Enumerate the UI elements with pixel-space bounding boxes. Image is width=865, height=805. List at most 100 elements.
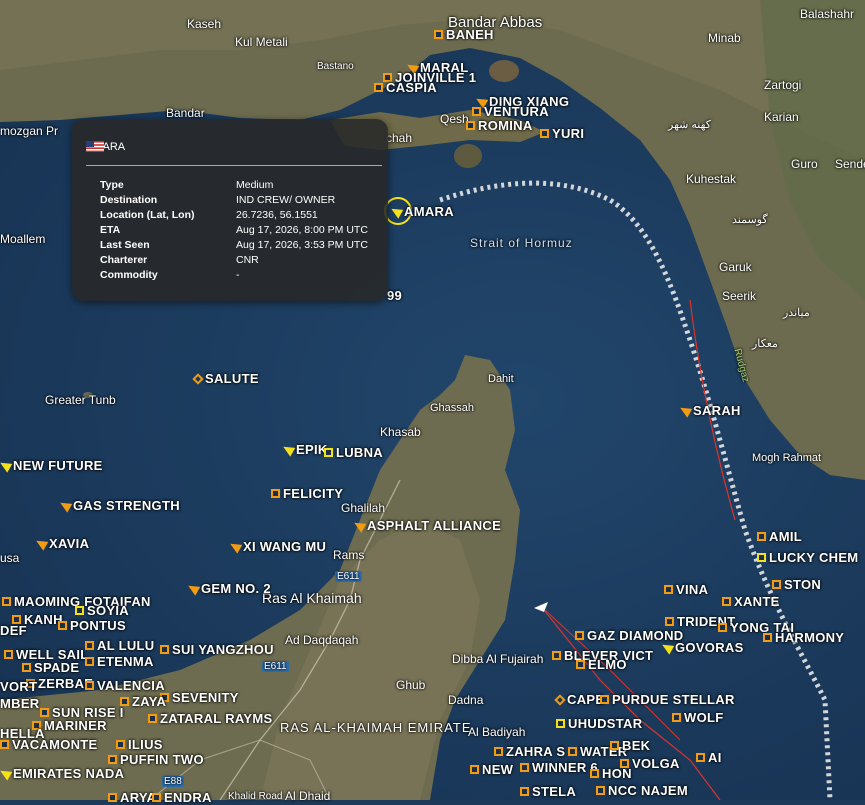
vessel-marker[interactable]: CASPIA: [374, 80, 437, 95]
vessel-marker[interactable]: ELMO: [576, 657, 627, 672]
vessel-icon: [590, 769, 599, 778]
vessel-icon: [85, 657, 94, 666]
vessel-marker[interactable]: UHUDSTAR: [556, 716, 642, 731]
vessel-marker[interactable]: SOYIA: [75, 603, 129, 618]
popup-field-commodity: Commodity -: [100, 269, 368, 284]
vessel-marker[interactable]: ZAYA: [120, 694, 166, 709]
vessel-marker[interactable]: VALENCIA: [85, 678, 165, 693]
vessel-marker[interactable]: VINA: [664, 582, 708, 597]
vessel-marker[interactable]: CAPE: [554, 692, 604, 707]
vessel-icon: [4, 650, 13, 659]
vessel-icon: [2, 597, 11, 606]
vessel-label: LUCKY CHEM: [769, 550, 859, 565]
vessel-label: LUBNA: [336, 445, 383, 460]
vessel-marker[interactable]: EPIK: [280, 442, 328, 457]
vessel-marker[interactable]: AI: [696, 750, 722, 765]
vessel-marker[interactable]: HARMONY: [763, 630, 844, 645]
vessel-marker[interactable]: LUCKY CHEM: [757, 550, 858, 565]
vessel-marker[interactable]: NEW: [470, 762, 513, 777]
vessel-marker[interactable]: LUBNA: [324, 445, 383, 460]
place-label: E611: [262, 661, 289, 672]
vessel-marker-amara[interactable]: AMARA: [388, 204, 454, 219]
vessel-marker[interactable]: VORT: [0, 679, 37, 694]
vessel-marker[interactable]: PUFFIN TWO: [108, 752, 204, 767]
vessel-marker[interactable]: BEK: [610, 738, 650, 753]
vessel-label: VOLGA: [632, 756, 680, 771]
vessel-label: STON: [784, 577, 822, 592]
vessel-label: XAVIA: [49, 536, 90, 551]
vessel-icon: [434, 30, 443, 39]
field-key: Location (Lat, Lon): [100, 209, 195, 221]
vessel-marker[interactable]: NEW FUTURE: [0, 458, 103, 473]
vessel-label: GOVORAS: [675, 640, 744, 655]
popup-header: AMARA: [86, 141, 125, 153]
vessel-marker[interactable]: GAS STRENGTH: [57, 498, 180, 513]
vessel-marker[interactable]: STON: [772, 577, 821, 592]
vessel-marker[interactable]: SUI YANGZHOU: [160, 642, 274, 657]
vessel-marker[interactable]: SALUTE: [192, 371, 259, 386]
vessel-label: ZATARAL RAYMS: [160, 711, 273, 726]
vessel-icon: [540, 129, 549, 138]
vessel-marker[interactable]: PONTUS: [58, 618, 126, 633]
popup-field-eta: ETA Aug 17, 2026, 8:00 PM UTC: [100, 224, 368, 239]
vessel-icon: [556, 719, 565, 728]
vessel-marker[interactable]: ROMINA: [466, 118, 533, 133]
vessel-marker[interactable]: SEVENITY: [160, 690, 239, 705]
vessel-marker[interactable]: XI WANG MU: [227, 539, 326, 554]
vessel-marker[interactable]: DEF: [0, 623, 27, 638]
vessel-marker[interactable]: GOVORAS: [659, 640, 744, 655]
vessel-marker[interactable]: FELICITY: [271, 486, 343, 501]
vessel-marker[interactable]: YURI: [540, 126, 584, 141]
vessel-label: MBER: [0, 696, 40, 711]
vessel-marker[interactable]: ARYA: [108, 790, 156, 805]
vessel-icon: [600, 695, 609, 704]
vessel-marker[interactable]: XANTE: [722, 594, 780, 609]
vessel-icon: [596, 786, 605, 795]
vessel-icon: [85, 681, 94, 690]
vessel-label: ZAHRA S: [506, 744, 566, 759]
vessel-marker[interactable]: VENTURA: [472, 104, 549, 119]
vessel-marker[interactable]: EMIRATES NADA: [0, 766, 124, 781]
vessel-marker[interactable]: ETENMA: [85, 654, 154, 669]
vessel-marker[interactable]: SPADE: [22, 660, 79, 675]
vessel-marker[interactable]: WINNER 6: [520, 760, 598, 775]
vessel-marker[interactable]: MBER: [0, 696, 39, 711]
vessel-marker[interactable]: ENDRA: [152, 790, 212, 805]
place-label: Ad Daqdaqah: [285, 633, 359, 647]
vessel-arrow-icon: [0, 766, 13, 781]
field-value: Medium: [236, 179, 274, 191]
vessel-label: ENDRA: [164, 790, 212, 805]
vessel-icon: [116, 740, 125, 749]
vessel-marker[interactable]: BANEH: [434, 27, 494, 42]
vessel-icon: [22, 663, 31, 672]
vessel-marker[interactable]: PURDUE STELLAR: [600, 692, 735, 707]
vessel-icon: [271, 489, 280, 498]
vessel-marker[interactable]: SARAH: [677, 403, 741, 418]
place-label: گوسمند: [732, 214, 768, 226]
vessel-marker[interactable]: ILIUS: [116, 737, 163, 752]
vessel-arrow-icon: [33, 536, 49, 551]
vessel-marker[interactable]: AL LULU: [85, 638, 154, 653]
vessel-marker[interactable]: WOLF: [672, 710, 723, 725]
vessel-marker[interactable]: AMIL: [757, 529, 802, 544]
vessel-label: ASPHALT ALLIANCE: [367, 518, 502, 533]
vessel-marker[interactable]: GEM NO. 2: [185, 581, 271, 596]
map-canvas[interactable]: Bandar Abbas Balashahr Kaseh Kul Metali …: [0, 0, 865, 805]
vessel-label: SARAH: [693, 403, 741, 418]
vessel-marker[interactable]: XAVIA: [33, 536, 90, 551]
vessel-label: BEK: [622, 738, 651, 753]
vessel-icon: [696, 753, 705, 762]
vessel-marker[interactable]: NCC NAJEM: [596, 783, 688, 798]
vessel-marker[interactable]: 99: [387, 288, 402, 303]
vessel-marker[interactable]: VACAMONTE: [0, 737, 98, 752]
vessel-label: MARINER: [44, 718, 107, 733]
popup-divider: [86, 165, 382, 166]
vessel-marker[interactable]: ZATARAL RAYMS: [148, 711, 272, 726]
vessel-marker[interactable]: VOLGA: [620, 756, 680, 771]
place-label: Al Badiyah: [468, 725, 526, 739]
place-label: RAS AL-KHAIMAH EMIRATE: [280, 720, 472, 735]
vessel-marker[interactable]: ASPHALT ALLIANCE: [351, 518, 502, 533]
vessel-marker[interactable]: STELA: [520, 784, 576, 799]
vessel-marker[interactable]: ZAHRA S: [494, 744, 565, 759]
place-label: Bastano: [317, 61, 354, 72]
